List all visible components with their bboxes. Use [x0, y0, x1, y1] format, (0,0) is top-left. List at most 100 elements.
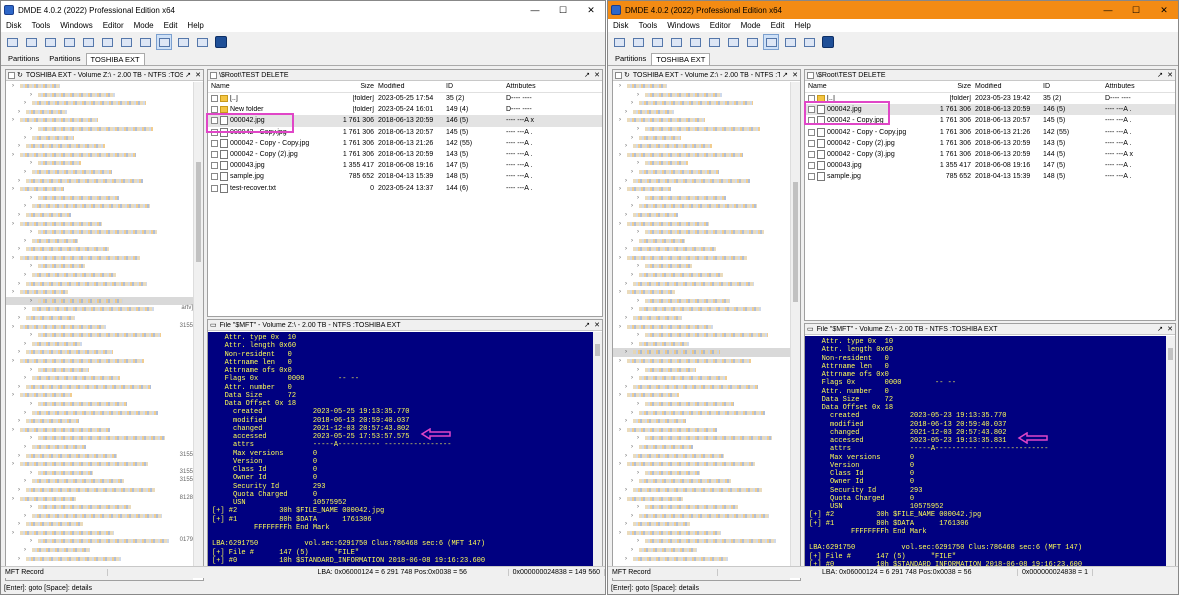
file-name-cell[interactable]: sample.jpg: [805, 172, 913, 182]
tree-row[interactable]: ›: [613, 82, 790, 91]
mft-record-view[interactable]: Attr. type 0x 10 Attr. length 0x60 Non-r…: [208, 332, 593, 566]
expand-toggle-icon[interactable]: ›: [24, 341, 26, 347]
vertical-scrollbar[interactable]: [193, 82, 203, 570]
tree-row[interactable]: ›: [6, 331, 193, 340]
expand-toggle-icon[interactable]: ›: [18, 349, 20, 355]
expand-toggle-icon[interactable]: ›: [637, 470, 639, 476]
minimize-icon[interactable]: —: [521, 1, 549, 19]
tree-row[interactable]: ›: [6, 185, 193, 194]
panel-checkbox[interactable]: [807, 71, 814, 79]
expand-toggle-icon[interactable]: ›: [18, 521, 20, 527]
expand-toggle-icon[interactable]: ›: [637, 504, 639, 510]
expand-toggle-icon[interactable]: ›: [637, 298, 639, 304]
panel-view-icon[interactable]: [763, 34, 779, 50]
tree-row[interactable]: ›: [613, 434, 790, 443]
file-name-cell[interactable]: 000042 - Copy - Copy.jpg: [805, 127, 913, 137]
tree-row[interactable]: ›: [6, 151, 193, 160]
expand-toggle-icon[interactable]: ›: [619, 461, 621, 467]
maximize-icon[interactable]: ☐: [1122, 1, 1150, 19]
tree-row[interactable]: ›: [613, 245, 790, 254]
tree-row[interactable]: ›: [6, 116, 193, 125]
folder-tree-icon[interactable]: [725, 34, 741, 50]
expand-toggle-icon[interactable]: ›: [619, 186, 621, 192]
expand-toggle-icon[interactable]: ›: [625, 315, 627, 321]
tab-toshiba-ext[interactable]: TOSHIBA EXT: [85, 53, 145, 65]
row-checkbox[interactable]: [211, 95, 218, 103]
tree-row[interactable]: ›: [613, 469, 790, 478]
expand-toggle-icon[interactable]: ›: [619, 358, 621, 364]
expand-toggle-icon[interactable]: ›: [625, 143, 627, 149]
expand-toggle-icon[interactable]: ›: [30, 367, 32, 373]
expand-toggle-icon[interactable]: ›: [12, 289, 14, 295]
menu-disk[interactable]: Disk: [1, 21, 27, 30]
tree-row[interactable]: ›: [6, 546, 193, 555]
expand-toggle-icon[interactable]: ›: [24, 547, 26, 553]
tree-row[interactable]: ›: [6, 426, 193, 435]
menu-windows[interactable]: Windows: [55, 21, 97, 30]
expand-toggle-icon[interactable]: ›: [631, 341, 633, 347]
refresh-icon[interactable]: ↻: [624, 71, 630, 79]
tree-row[interactable]: › 3155: [6, 469, 193, 478]
vertical-scrollbar[interactable]: [593, 332, 602, 566]
expand-toggle-icon[interactable]: ›: [637, 160, 639, 166]
file-row[interactable]: sample.jpg 785 652 2018-04-13 15:39 148 (5)…: [805, 171, 1175, 182]
file-name-cell[interactable]: 000042 - Copy (2).jpg: [208, 150, 318, 160]
expand-toggle-icon[interactable]: ›: [12, 152, 14, 158]
expand-icon[interactable]: ↗: [780, 71, 790, 79]
expand-toggle-icon[interactable]: ›: [30, 126, 32, 132]
expand-toggle-icon[interactable]: ›: [30, 538, 32, 544]
col-name[interactable]: Name: [805, 83, 913, 90]
expand-toggle-icon[interactable]: ›: [30, 504, 32, 510]
file-row[interactable]: 000042 - Copy (2).jpg 1 761 306 2018-06-13…: [805, 138, 1175, 149]
col-modified[interactable]: Modified: [378, 83, 446, 90]
refresh-icon[interactable]: [61, 34, 77, 50]
row-checkbox[interactable]: [808, 162, 815, 170]
expand-toggle-icon[interactable]: ›: [30, 332, 32, 338]
tree-row[interactable]: ›: [6, 400, 193, 409]
tree-row[interactable]: ›: [613, 520, 790, 529]
expand-toggle-icon[interactable]: ›: [637, 538, 639, 544]
tree-row[interactable]: ›: [613, 503, 790, 512]
expand-toggle-icon[interactable]: ›: [619, 117, 621, 123]
tree-row[interactable]: ›: [6, 271, 193, 280]
expand-toggle-icon[interactable]: ›: [18, 281, 20, 287]
tree-row[interactable]: ›: [613, 477, 790, 486]
file-name-cell[interactable]: 000043.jpg: [805, 161, 913, 171]
col-size[interactable]: Size: [913, 83, 975, 90]
save-icon[interactable]: [706, 34, 722, 50]
row-checkbox[interactable]: [808, 151, 815, 159]
tree-row[interactable]: ›: [6, 194, 193, 203]
expand-toggle-icon[interactable]: ›: [619, 83, 621, 89]
tab-partitions[interactable]: Partitions: [3, 52, 44, 65]
col-attributes[interactable]: Attributes: [1105, 83, 1165, 90]
tree-row[interactable]: ›: [613, 280, 790, 289]
expand-toggle-icon[interactable]: ›: [619, 289, 621, 295]
tree-row[interactable]: ›: [6, 374, 193, 383]
expand-icon[interactable]: ↗: [1155, 71, 1165, 79]
tree-row[interactable]: ›: [6, 91, 193, 100]
expand-toggle-icon[interactable]: ›: [18, 453, 20, 459]
menu-windows[interactable]: Windows: [662, 21, 704, 30]
search-icon[interactable]: [80, 34, 96, 50]
file-row[interactable]: 000042 - Copy (2).jpg 1 761 306 2018-06-13…: [208, 149, 602, 160]
expand-toggle-icon[interactable]: ›: [631, 478, 633, 484]
close-icon[interactable]: ✕: [577, 1, 605, 19]
tree-row[interactable]: ›: [613, 168, 790, 177]
file-row[interactable]: sample.jpg 785 652 2018-04-13 15:39 148 (5)…: [208, 171, 602, 182]
expand-toggle-icon[interactable]: ›: [30, 229, 32, 235]
tree-row[interactable]: ›: [613, 357, 790, 366]
tree-row[interactable]: ›: [6, 357, 193, 366]
expand-toggle-icon[interactable]: ›: [30, 298, 32, 304]
expand-toggle-icon[interactable]: ›: [631, 513, 633, 519]
tree-row[interactable]: ›: [613, 426, 790, 435]
partitions-icon[interactable]: [23, 34, 39, 50]
expand-toggle-icon[interactable]: ›: [619, 324, 621, 330]
expand-toggle-icon[interactable]: ›: [631, 272, 633, 278]
expand-toggle-icon[interactable]: ›: [625, 556, 627, 562]
disk-icon[interactable]: [4, 34, 20, 50]
expand-toggle-icon[interactable]: ›: [30, 160, 32, 166]
expand-toggle-icon[interactable]: ›: [637, 195, 639, 201]
expand-toggle-icon[interactable]: ›: [631, 169, 633, 175]
row-checkbox[interactable]: [808, 139, 815, 147]
refresh-icon[interactable]: [668, 34, 684, 50]
